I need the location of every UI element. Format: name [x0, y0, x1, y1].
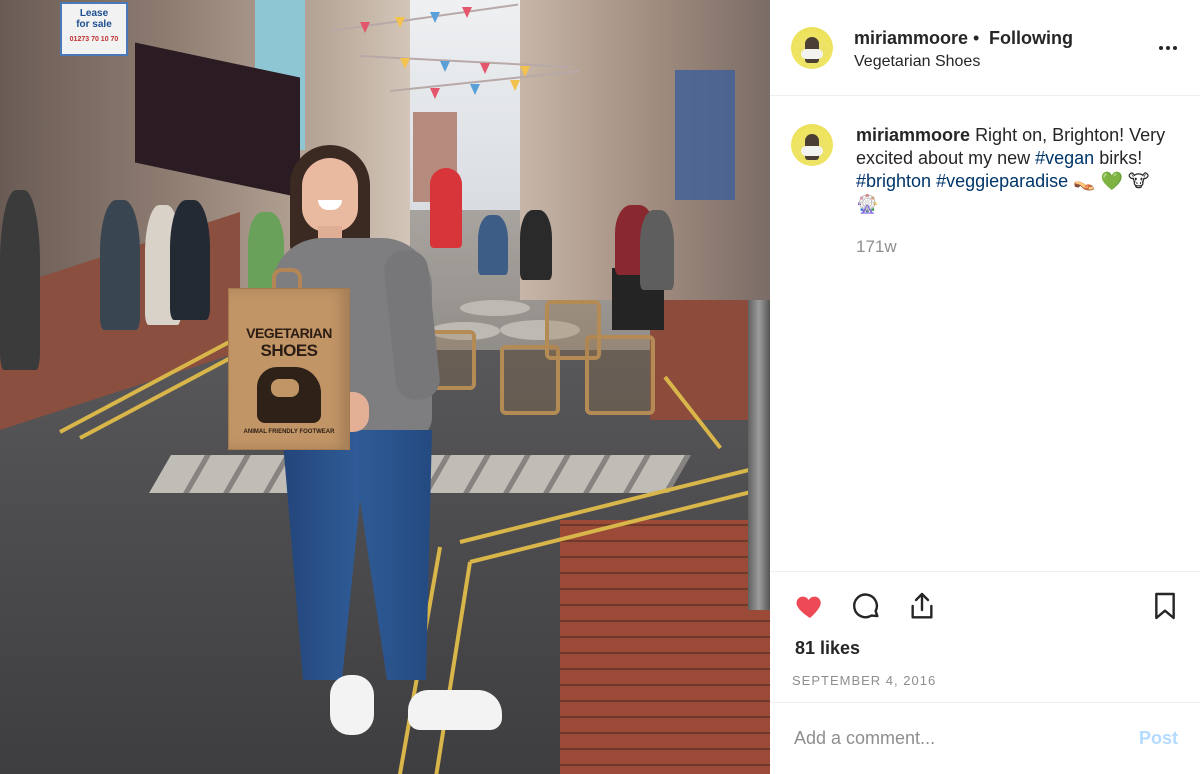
bunting-flag: [400, 58, 410, 69]
share-icon[interactable]: [906, 590, 938, 622]
hashtag-veggieparadise[interactable]: #veggieparadise: [936, 171, 1068, 191]
ellipsis-icon[interactable]: [1158, 38, 1178, 58]
action-bar: 81 likes SEPTEMBER 4, 2016 Post: [770, 571, 1200, 771]
hashtag-vegan[interactable]: #vegan: [1035, 148, 1094, 168]
post-header: miriammoore • Following Vegetarian Shoes: [770, 0, 1200, 96]
paper-shopping-bag: VEGETARIAN SHOES ANIMAL FRIENDLY FOOTWEA…: [228, 288, 350, 450]
likes-count[interactable]: 81 likes: [795, 638, 860, 659]
avatar-figure: [801, 37, 823, 63]
white-sneaker: [408, 690, 502, 730]
cow-logo: [257, 367, 321, 423]
woman-face: [302, 158, 358, 232]
caption-text-2: birks!: [1099, 148, 1143, 168]
comment-bar: Post: [770, 702, 1200, 774]
bunting-flag: [430, 12, 440, 23]
caption-username[interactable]: miriammoore: [856, 125, 970, 145]
pedestrian: [170, 200, 210, 320]
bag-brand-line1: VEGETARIAN: [246, 325, 332, 341]
bag-brand-line2: SHOES: [260, 341, 318, 360]
caption-avatar[interactable]: [791, 124, 833, 166]
bunting-flag: [510, 80, 520, 91]
pedestrian: [520, 210, 552, 280]
avatar[interactable]: [791, 27, 833, 69]
avatar-figure: [801, 134, 823, 160]
bookmark-icon[interactable]: [1149, 590, 1181, 622]
pedestrian: [478, 215, 508, 275]
post-details-panel: miriammoore • Following Vegetarian Shoes…: [770, 0, 1200, 774]
pedestrian: [0, 190, 40, 370]
bag-footer: ANIMAL FRIENDLY FOOTWEAR: [243, 429, 335, 435]
lease-sign-line1: Lease: [79, 8, 109, 19]
cafe-table: [460, 300, 530, 316]
following-button[interactable]: Following: [989, 28, 1073, 49]
heart-icon[interactable]: [794, 590, 826, 622]
brick-sidewalk: [560, 520, 770, 774]
street-pole: [748, 300, 770, 610]
post-photo[interactable]: Lease for sale 01273 70 10 70 VEGETARIAN: [0, 0, 770, 774]
header-username[interactable]: miriammoore: [854, 28, 968, 49]
lease-sign-tel: 01273 70 10 70: [69, 36, 119, 43]
pedestrian: [640, 210, 674, 290]
post-date: SEPTEMBER 4, 2016: [792, 673, 937, 688]
post-caption: miriammoore Right on, Brighton! Very exc…: [856, 124, 1176, 216]
separator-dot: •: [973, 28, 980, 48]
bunting-flag: [480, 63, 490, 74]
bunting-flag: [470, 84, 480, 95]
bunting-flag: [360, 22, 370, 33]
bunting-flag: [520, 66, 530, 77]
bunting-flag: [462, 7, 472, 18]
location-link[interactable]: Vegetarian Shoes: [854, 53, 980, 71]
lease-sign-line2: for sale: [76, 19, 112, 30]
shop-front-right: [675, 70, 735, 200]
comment-icon[interactable]: [850, 590, 882, 622]
white-sneaker: [330, 675, 374, 735]
post-comment-button[interactable]: Post: [1139, 728, 1178, 749]
pedestrian: [100, 200, 140, 330]
hashtag-brighton[interactable]: #brighton: [856, 171, 931, 191]
red-banner: [430, 168, 462, 248]
lease-sign: Lease for sale 01273 70 10 70: [60, 2, 128, 56]
bunting-flag: [430, 88, 440, 99]
bunting-flag: [440, 61, 450, 72]
bunting-flag: [395, 17, 405, 28]
cafe-chair: [545, 300, 601, 360]
time-ago[interactable]: 171w: [856, 237, 897, 257]
comment-input[interactable]: [794, 728, 1094, 749]
